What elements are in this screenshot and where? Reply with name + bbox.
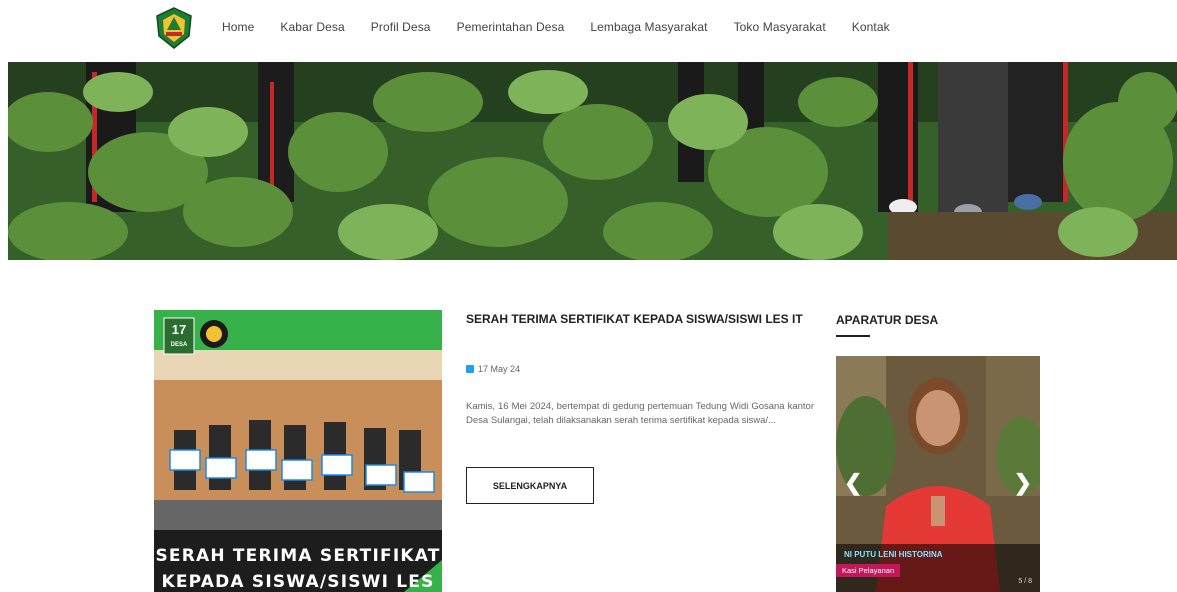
- nav-kabar-desa[interactable]: Kabar Desa: [280, 20, 344, 34]
- official-role: Kasi Pelayanan: [836, 564, 901, 577]
- post-date-text: 17 May 24: [478, 364, 521, 374]
- nav-lembaga-masyarakat[interactable]: Lembaga Masyarakat: [590, 20, 707, 34]
- hero-banner: [8, 62, 1177, 260]
- aparatur-carousel[interactable]: ❮ ❯ NI PUTU LENI HISTORINA Kasi Pelayana…: [836, 356, 1040, 592]
- sidebar-title: APARATUR DESA: [836, 313, 939, 327]
- main-menu: Home Kabar Desa Profil Desa Pemerintahan…: [222, 20, 916, 34]
- post-excerpt: Kamis, 16 Mei 2024, bertempat di gedung …: [466, 401, 814, 426]
- nav-profil-desa[interactable]: Profil Desa: [371, 20, 431, 34]
- calendar-icon: [466, 365, 474, 373]
- post-title[interactable]: SERAH TERIMA SERTIFIKAT KEPADA SISWA/SIS…: [466, 312, 816, 326]
- sidebar-title-underline: [836, 335, 870, 337]
- anniversary-badge-label: DESA: [170, 342, 188, 348]
- official-name: NI PUTU LENI HISTORINA: [844, 550, 943, 559]
- thumb-title-line2: KEPADA SISWA/SISWI LES IT: [161, 572, 435, 592]
- top-navbar: Home Kabar Desa Profil Desa Pemerintahan…: [0, 0, 1177, 62]
- carousel-prev-icon[interactable]: ❮: [844, 470, 862, 496]
- carousel-page-indicator: 5 / 8: [1018, 578, 1032, 585]
- nav-kontak[interactable]: Kontak: [852, 20, 890, 34]
- anniversary-badge: 17: [171, 322, 187, 337]
- post-date: 17 May 24: [466, 364, 520, 374]
- official-caption: NI PUTU LENI HISTORINA Kasi Pelayanan 5 …: [836, 544, 1040, 592]
- village-emblem-icon[interactable]: [154, 6, 194, 50]
- eggplant-field-photo: [8, 62, 1177, 260]
- thumb-title-line1: SERAH TERIMA SERTIFIKAT: [155, 546, 441, 566]
- post-thumbnail[interactable]: 17 DESA SERAH TERIMA SERTIFIKAT KEPADA S…: [154, 310, 442, 592]
- nav-toko-masyarakat[interactable]: Toko Masyarakat: [734, 20, 826, 34]
- nav-home[interactable]: Home: [222, 20, 254, 34]
- carousel-next-icon[interactable]: ❯: [1014, 470, 1032, 496]
- read-more-button[interactable]: SELENGKAPNYA: [466, 467, 594, 504]
- nav-pemerintahan-desa[interactable]: Pemerintahan Desa: [457, 20, 565, 34]
